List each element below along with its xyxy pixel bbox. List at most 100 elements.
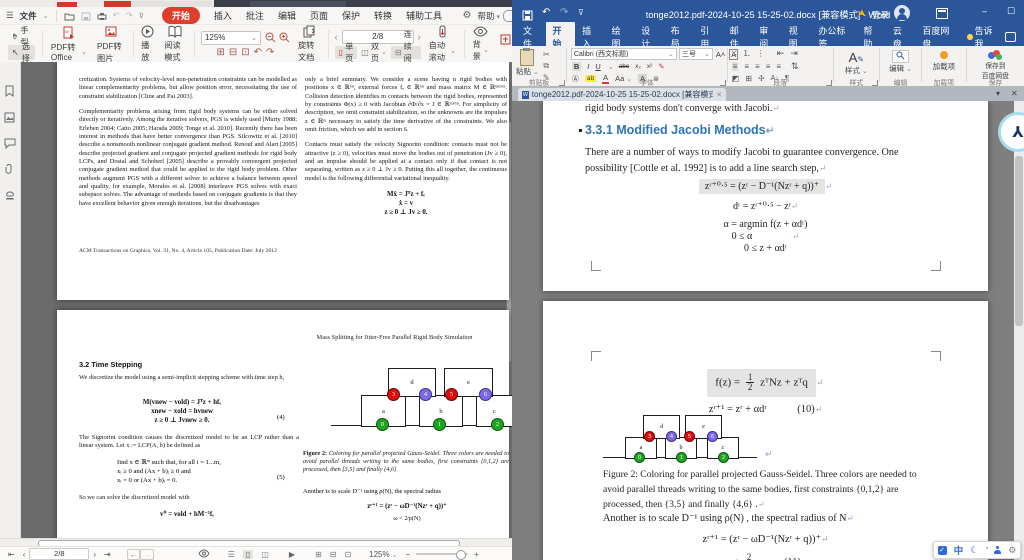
align-right-icon[interactable]: ≡ — [755, 62, 760, 71]
document-tab-close-icon[interactable]: ✕ — [716, 91, 722, 99]
pdf-tab-edit[interactable]: 编辑 — [278, 9, 296, 22]
font-size-dropdown[interactable]: 三号⌄ — [679, 48, 713, 60]
word-vertical-scrollbar-thumb[interactable] — [1015, 156, 1023, 326]
comment-icon[interactable] — [1005, 32, 1016, 42]
zoom-level-dropdown[interactable]: 125% ⌄ — [201, 31, 261, 45]
single-page-button[interactable]: ▯ 单页 — [335, 46, 358, 59]
play-icon[interactable]: ▶ — [289, 550, 295, 559]
undo-icon[interactable]: ↶ — [113, 10, 120, 21]
play-slideshow-button[interactable]: 播放 — [136, 25, 159, 63]
italic-button[interactable]: I — [587, 62, 589, 71]
pdf-to-office-button[interactable]: W PDF转Office⌄ — [46, 26, 92, 62]
layout-single-icon[interactable]: ▯ — [243, 550, 253, 559]
underline-button[interactable]: U — [595, 62, 600, 71]
ime-state-icon[interactable]: ✓ — [938, 546, 947, 555]
status-zoom-value[interactable]: 125%⌄ — [369, 550, 397, 559]
rotate-left-icon[interactable]: ↶ — [254, 47, 262, 58]
layout-continuous-icon[interactable]: ☰ — [228, 550, 235, 559]
paste-button[interactable]: 粘贴⌄ — [516, 49, 539, 77]
pdf-to-image-button[interactable]: PDF转图片 — [92, 25, 130, 64]
pdf-canvas[interactable]: cretization. Systems of velocity-level n… — [21, 62, 512, 538]
pdf-tab-convert[interactable]: 转换 — [374, 9, 392, 22]
cut-icon[interactable]: ✂ — [543, 50, 550, 59]
fit-page-icon[interactable]: ⊟ — [330, 550, 337, 559]
bookmarks-panel-icon[interactable] — [4, 84, 15, 102]
status-page-indicator[interactable]: 2/8 — [29, 548, 89, 560]
distribute-icon[interactable]: ≡ — [776, 62, 781, 71]
pdf-tab-page[interactable]: 页面 — [310, 9, 328, 22]
zoom-plus-icon[interactable]: + — [474, 550, 479, 559]
compress-button-clipped[interactable] — [494, 33, 512, 56]
help-menu[interactable]: 帮助▾ — [477, 10, 500, 22]
bold-button[interactable]: B — [572, 62, 581, 71]
thumbnails-panel-icon[interactable] — [4, 110, 15, 128]
numbering-icon[interactable]: ⒈ — [743, 48, 751, 59]
warning-icon[interactable]: ▲ — [857, 7, 867, 18]
zoom-slider[interactable] — [416, 553, 468, 555]
file-menu-caret-icon[interactable]: ⌄ — [43, 12, 49, 20]
fit-page-icon[interactable]: ⊟ — [229, 47, 237, 58]
hamburger-icon[interactable]: ☰ — [6, 10, 14, 21]
ime-settings-gear-icon[interactable]: ⚙ — [1008, 545, 1016, 556]
justify-icon[interactable]: ≡ — [766, 62, 771, 71]
next-page-icon[interactable]: › — [93, 550, 96, 559]
last-page-icon[interactable]: ⇥ — [104, 550, 111, 559]
strikethrough-button[interactable]: abc — [619, 63, 629, 70]
save-to-baidu-button[interactable]: 保存到 百度网盘 — [971, 50, 1020, 80]
two-page-button[interactable]: ◫ 双页 ⌄ — [357, 46, 391, 59]
increase-indent-icon[interactable]: ⇥ — [790, 48, 798, 59]
history-back-button[interactable]: ← — [127, 549, 141, 560]
line-spacing-icon[interactable]: ⇅ — [791, 61, 799, 72]
first-page-icon[interactable]: ⇤ — [8, 550, 15, 559]
open-folder-icon[interactable] — [64, 10, 75, 20]
align-left-icon[interactable]: ≡ — [732, 62, 739, 71]
stamps-panel-icon[interactable] — [4, 188, 16, 206]
ime-punctuation-icon[interactable]: ’’ — [986, 547, 987, 554]
fit-width-icon[interactable]: ⊞ — [216, 47, 224, 58]
account-label[interactable]: 登录 — [872, 9, 889, 21]
pdf-tab-protect[interactable]: 保护 — [342, 9, 360, 22]
auto-scroll-button[interactable]: 自动滚动⌄ — [424, 25, 461, 63]
pdf-tab-annotate[interactable]: 批注 — [246, 9, 264, 22]
multilevel-list-icon[interactable]: ⋮ — [757, 49, 765, 58]
gear-icon[interactable]: ⚙ — [463, 10, 472, 21]
prev-page-icon[interactable]: ‹ — [23, 550, 26, 559]
grow-font-icon[interactable]: A˄ — [716, 50, 725, 59]
doctab-scroll-caret-icon[interactable]: ▾ — [996, 89, 1000, 98]
document-tab[interactable]: W tonge2012.pdf-2024-10-25 15-25-02.docx… — [518, 88, 726, 101]
continuous-read-button[interactable]: ⊟ 连续阅读 — [391, 46, 421, 59]
read-mode-button[interactable]: 阅读模式 — [159, 25, 191, 63]
zoom-out-icon[interactable] — [265, 32, 276, 43]
zoom-slider-knob[interactable] — [456, 550, 466, 560]
save-icon[interactable] — [81, 10, 91, 20]
pdf-tab-home[interactable]: 开始 — [162, 7, 200, 24]
zoom-in-icon[interactable] — [279, 32, 290, 43]
subscript-button[interactable]: x₂ — [635, 63, 641, 70]
word-vertical-scrollbar[interactable] — [1014, 101, 1024, 560]
pdf-tab-insert[interactable]: 插入 — [214, 9, 232, 22]
fit-actual-icon[interactable]: ⊡ — [241, 47, 249, 58]
background-button[interactable]: 背景⌄ — [468, 26, 494, 62]
ribbon-display-options-icon[interactable] — [936, 8, 948, 19]
rotate-right-icon[interactable]: ↷ — [266, 47, 274, 58]
chat-bubble-icon[interactable] — [503, 10, 512, 22]
ime-user-icon[interactable] — [994, 546, 1001, 554]
eye-protect-icon[interactable] — [198, 549, 210, 560]
addins-button[interactable]: 加载项 — [926, 51, 962, 72]
word-canvas[interactable]: rigid body systems don't converge with J… — [512, 101, 1024, 560]
pdf-tab-accessibility[interactable]: 辅助工具 — [406, 9, 442, 22]
minimize-button[interactable]: – — [982, 6, 987, 16]
ime-fullwidth-moon-icon[interactable]: ☾ — [970, 545, 979, 556]
comments-panel-icon[interactable] — [4, 136, 16, 154]
superscript-button[interactable]: x² — [647, 63, 652, 70]
layout-facing-icon[interactable]: ◫ — [261, 550, 269, 559]
font-name-dropdown[interactable]: Calibri (西文标题)⌄ — [571, 48, 677, 60]
prev-page-icon[interactable]: ‹ — [335, 32, 338, 42]
attachments-panel-icon[interactable] — [4, 162, 15, 180]
clear-format-icon[interactable]: ✎ — [658, 62, 664, 71]
maximize-button[interactable]: ☐ — [1007, 6, 1015, 17]
select-tool-button[interactable]: ↖ 选择 — [8, 45, 35, 60]
fit-actual-icon[interactable]: ⊡ — [344, 550, 351, 559]
redo-icon[interactable]: ↷ — [126, 10, 133, 21]
print-icon[interactable] — [97, 10, 107, 20]
